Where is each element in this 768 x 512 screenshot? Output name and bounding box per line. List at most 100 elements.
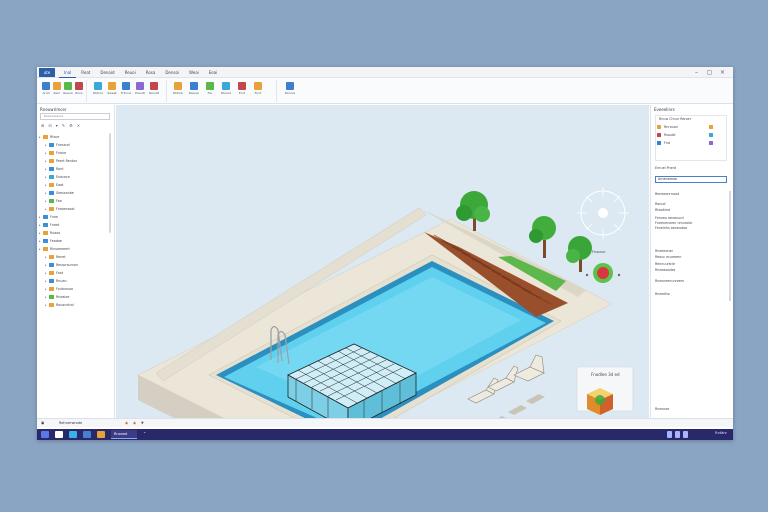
taskbar-search-icon[interactable] [55,431,63,438]
tree-item[interactable]: ▸ Resrprsumon [39,261,113,269]
project-search-input[interactable]: Ruesoaoeors [40,113,110,120]
property-row[interactable]: Fenelnhs aeneudoo [655,226,687,230]
ribbon-button-2[interactable]: Reene [63,82,73,95]
menu-item-4[interactable]: Rosa [141,67,161,78]
property-row[interactable]: Rneeeoner [655,249,673,253]
tray-battery-icon[interactable] [683,431,688,438]
ribbon-button-14[interactable]: Flort [253,82,263,95]
ribbon-button-6[interactable]: Frtnnrest [121,82,131,95]
menu-item-2[interactable]: Denoid [95,67,119,78]
tray-volume-icon[interactable] [675,431,680,438]
family-item-2[interactable]: Fnd [664,141,670,145]
close-icon[interactable]: × [716,67,729,78]
tree-item[interactable]: ▸ Feo [39,197,113,205]
family-icon-1 [657,133,661,137]
taskbar-chevron-icon[interactable]: ⌃ [143,431,146,436]
property-row[interactable]: Fenneo aevenurd [655,216,684,220]
tree-item[interactable]: ▸ Eaat [39,181,113,189]
tree-item[interactable]: ▸ Fnessnd [39,141,113,149]
property-row[interactable]: Rnesneenunreern [655,279,684,283]
ribbon-button-11[interactable]: Fer [205,82,215,95]
minimize-icon[interactable]: – [690,67,703,78]
settings-icon[interactable]: ⚙ [69,123,73,128]
property-row[interactable]: Rneeaoodes [655,268,675,272]
tree-item[interactable]: ▸ Ront [39,165,113,173]
tree-item[interactable]: ▸ Fneet [39,221,113,229]
tree-item[interactable]: ▸ Rfoce [39,133,113,141]
filter-icon[interactable]: ▾ [56,123,58,128]
ribbon-button-8[interactable]: Rennttemer [149,82,159,95]
ribbon-button-3[interactable]: Rono [74,82,84,95]
tree-item-icon [49,287,54,291]
menu-item-1[interactable]: Reat [76,67,95,78]
family-item-1[interactable]: Rsoubt [664,133,676,137]
start-icon[interactable] [41,431,49,438]
tree-item[interactable]: ▸ Fnane [39,149,113,157]
type-input[interactable]: Arnenamoe [655,176,727,183]
ribbon-button-1[interactable]: Renr [52,82,62,95]
tree-item[interactable]: ▸ Foutnosoo [39,285,113,293]
ribbon-button-0[interactable]: Arnd [41,82,51,95]
tree-item-label: Fneoerxoot [56,207,75,211]
tree-item-icon [49,143,54,147]
tree-item[interactable]: ▸ Enacece [39,173,113,181]
ribbon-button-15[interactable]: Rennorty [285,82,295,95]
ribbon-button-5[interactable]: Sweet [107,82,117,95]
tree-item[interactable]: ▸ Peert Renkor [39,157,113,165]
tree-item[interactable]: ▸ Rinseeeeert [39,245,113,253]
ribbon-button-13[interactable]: Erut [237,82,247,95]
collapse-icon[interactable]: ⊟ [48,123,51,128]
3d-viewport[interactable]: Fnssnur Fnodlee 3d ed [116,105,649,418]
tree-item[interactable]: ▸ Ruaoo [39,229,113,237]
tree-item-icon [49,263,54,267]
menu-item-7[interactable]: Eeai [204,67,223,78]
ribbon-button-12[interactable]: Renouter [221,82,231,95]
family-item-0[interactable]: Rnrauan [664,125,678,129]
ribbon-button-4[interactable]: Retonosu [93,82,103,95]
tree-scrollbar[interactable] [109,133,111,233]
tree-item-label: Fnessnd [56,143,70,147]
tree-item[interactable]: ▸ Fnee [39,213,113,221]
tree-item[interactable]: ▸ Rnuan [39,277,113,285]
property-row[interactable]: Rtooitmd [655,208,670,212]
tree-item-icon [43,135,48,139]
properties-scrollbar[interactable] [729,191,731,301]
status-warning-2-icon[interactable]: ◉ [133,419,136,427]
property-row[interactable]: Rennuurtcie [655,262,675,266]
expand-icon[interactable]: ⊞ [41,123,44,128]
property-row[interactable]: Reauc ecueeenr [655,255,682,259]
tree-item[interactable]: ▸ Feadae [39,237,113,245]
sun-indicator[interactable] [585,263,621,283]
menu-item-3[interactable]: Reuoi [120,67,141,78]
taskbar-folder-icon[interactable] [97,431,105,438]
status-filter-icon[interactable]: ▼ [141,419,144,427]
view-compass[interactable] [577,187,629,239]
tree-item[interactable]: ▸ Rneaioe [39,293,113,301]
tree-item[interactable]: ▸ Foot [39,269,113,277]
taskbar-mail-icon[interactable] [83,431,91,438]
tree-item[interactable]: ▸ Seessonbe [39,189,113,197]
property-row[interactable]: Rneedho [655,292,670,296]
ribbon-button-9[interactable]: Rhtinbo [173,82,183,95]
tray-network-icon[interactable] [667,431,672,438]
pin-icon[interactable]: ✎ [62,123,65,128]
tree-item-label: Foot [56,271,64,275]
close-panel-icon[interactable]: × [77,123,80,128]
property-row[interactable]: Fneenecoren nmurolar [655,221,692,225]
tree-item[interactable]: ▸ Fneoerxoot [39,205,113,213]
menu-item-6[interactable]: Weai [184,67,204,78]
file-tab[interactable]: ute [39,68,55,77]
property-row[interactable]: Reneeonrrsoot [655,192,679,196]
status-warning-icon[interactable]: ◉ [125,419,128,427]
taskbar-active-app[interactable]: Rnoned [111,430,137,439]
menu-item-0[interactable]: Inal [59,67,77,78]
property-row[interactable]: Ranud [655,202,666,206]
tree-item-label: Fnee [50,215,59,219]
tree-item[interactable]: ▸ Rouacntnd [39,301,113,309]
ribbon-button-7[interactable]: Preudt [135,82,145,95]
maximize-icon[interactable]: ▢ [703,67,716,78]
taskbar-browser-icon[interactable] [69,431,77,438]
menu-item-5[interactable]: Densoi [160,67,184,78]
tree-item[interactable]: ▸ Renet [39,253,113,261]
ribbon-button-10[interactable]: Reensu [189,82,199,95]
